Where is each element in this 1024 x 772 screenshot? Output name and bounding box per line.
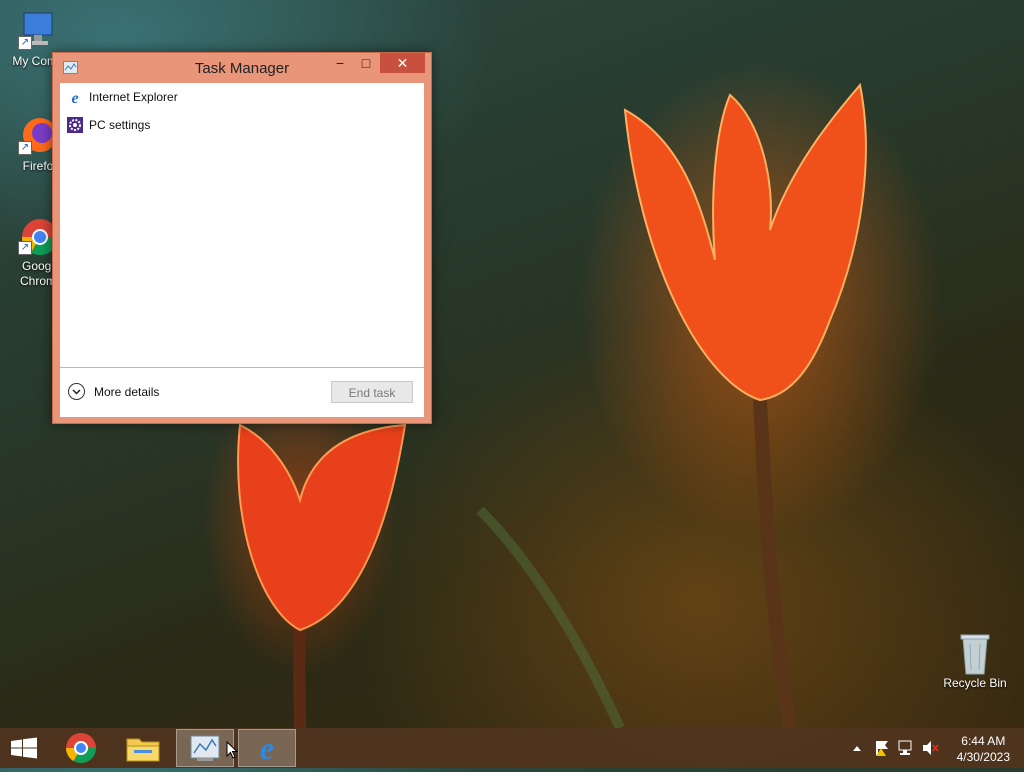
taskbar-file-explorer[interactable] bbox=[114, 729, 172, 767]
folder-icon bbox=[126, 738, 160, 762]
network-icon[interactable] bbox=[896, 728, 916, 768]
start-button[interactable] bbox=[0, 729, 48, 767]
internet-explorer-icon: e bbox=[67, 89, 83, 107]
desktop-icon-label: Recycle Bin bbox=[943, 676, 1007, 690]
app-name: PC settings bbox=[89, 118, 151, 132]
chevron-up-icon bbox=[853, 746, 861, 751]
close-button[interactable]: ✕ bbox=[380, 53, 425, 73]
clock[interactable]: 6:44 AM 4/30/2023 bbox=[957, 733, 1010, 765]
clock-date: 4/30/2023 bbox=[956, 750, 1010, 764]
shortcut-arrow-icon: ↗ bbox=[18, 241, 32, 255]
recycle-bin-icon bbox=[955, 632, 995, 675]
title-bar[interactable]: Task Manager − □ ✕ bbox=[53, 53, 431, 83]
gear-icon bbox=[67, 117, 83, 133]
action-center-icon[interactable] bbox=[872, 728, 892, 768]
more-details-link[interactable]: More details bbox=[94, 385, 159, 399]
windows-logo-icon bbox=[11, 737, 37, 759]
mouse-cursor-icon bbox=[226, 741, 238, 759]
computer-icon: ↗ bbox=[18, 10, 58, 50]
app-list-panel: e Internet Explorer PC settings More det… bbox=[60, 83, 424, 417]
app-name: Internet Explorer bbox=[89, 90, 178, 104]
shortcut-arrow-icon: ↗ bbox=[18, 36, 32, 50]
show-hidden-icons-button[interactable] bbox=[850, 728, 864, 768]
maximize-button[interactable]: □ bbox=[353, 53, 379, 73]
shortcut-arrow-icon: ↗ bbox=[18, 141, 32, 155]
svg-text:e: e bbox=[260, 730, 274, 766]
chrome-icon bbox=[66, 733, 96, 764]
task-manager-window[interactable]: Task Manager − □ ✕ e Internet Explorer P… bbox=[52, 52, 432, 424]
list-item[interactable]: PC settings bbox=[60, 112, 424, 138]
clock-time: 6:44 AM bbox=[961, 734, 1006, 748]
minimize-button[interactable]: − bbox=[327, 53, 353, 73]
volume-muted-icon[interactable] bbox=[920, 728, 940, 768]
chevron-down-icon[interactable] bbox=[68, 383, 85, 400]
list-item[interactable]: e Internet Explorer bbox=[60, 84, 424, 110]
task-manager-icon bbox=[190, 735, 220, 761]
taskbar: e 6:44 AM 4/30/2023 bbox=[0, 728, 1024, 768]
end-task-button[interactable]: End task bbox=[331, 381, 413, 403]
svg-text:e: e bbox=[71, 90, 78, 105]
taskbar-chrome[interactable] bbox=[52, 729, 110, 767]
desktop-icon-recycle-bin[interactable]: Recycle Bin bbox=[939, 632, 1011, 691]
taskbar-internet-explorer[interactable]: e bbox=[238, 729, 296, 767]
footer: More details End task bbox=[60, 367, 424, 418]
internet-explorer-icon: e bbox=[260, 730, 274, 766]
